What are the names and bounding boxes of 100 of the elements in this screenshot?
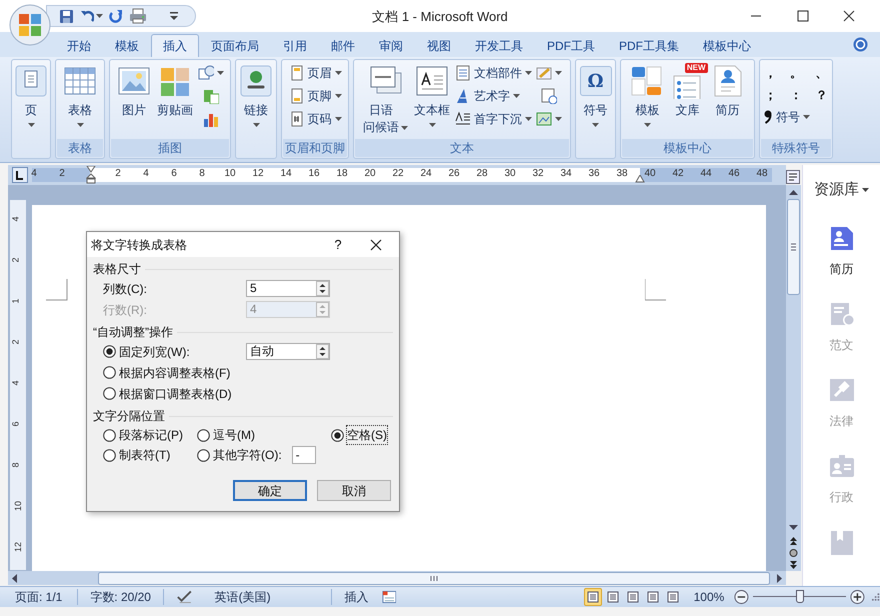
previous-page-icon[interactable] bbox=[787, 535, 800, 547]
redo-icon[interactable] bbox=[109, 9, 123, 23]
ribbon-tab[interactable]: 插入 bbox=[151, 34, 199, 57]
language[interactable]: 英语(美国) bbox=[204, 588, 331, 606]
ribbon-tab[interactable]: PDF工具 bbox=[535, 34, 607, 57]
ribbon-button[interactable]: 文库 bbox=[670, 73, 706, 119]
help-button[interactable]: ? bbox=[328, 234, 348, 254]
radio-button[interactable] bbox=[103, 448, 116, 462]
library-item[interactable]: 简历 bbox=[828, 226, 854, 278]
ribbon-tab[interactable]: 开始 bbox=[55, 34, 103, 57]
caret-icon bbox=[252, 123, 260, 127]
symbol-button[interactable]: ？ bbox=[814, 85, 829, 105]
ribbon-button[interactable]: 页 bbox=[13, 63, 49, 131]
spin-field[interactable]: 5 bbox=[246, 280, 330, 297]
ribbon-tab[interactable]: 模板中心 bbox=[691, 34, 763, 57]
macro-record-icon[interactable] bbox=[382, 590, 396, 604]
ribbon-button[interactable]: 链接 bbox=[238, 63, 274, 131]
radio-button[interactable] bbox=[103, 428, 116, 442]
spinner-arrows-icon bbox=[316, 281, 329, 296]
ribbon-tab[interactable]: 审阅 bbox=[367, 34, 415, 57]
ribbon-tab[interactable]: 开发工具 bbox=[463, 34, 535, 57]
save-icon[interactable] bbox=[59, 8, 74, 24]
indent-marker-icon[interactable] bbox=[635, 175, 645, 183]
ribbon-button[interactable]: 简历 bbox=[710, 63, 746, 119]
zoom-out-icon[interactable] bbox=[734, 589, 750, 605]
tab-selector-icon[interactable] bbox=[12, 167, 28, 183]
radio-button[interactable] bbox=[331, 428, 344, 442]
slider-thumb[interactable] bbox=[796, 590, 804, 603]
scroll-thumb[interactable] bbox=[787, 199, 800, 295]
ribbon-button[interactable]: Ω 符号 bbox=[578, 63, 612, 131]
close-icon[interactable] bbox=[843, 10, 855, 22]
dialog-button[interactable]: 取消 bbox=[317, 480, 391, 501]
ruler-number: 28 bbox=[476, 168, 488, 180]
library-dropdown[interactable]: 资源库 bbox=[814, 179, 869, 202]
zoom-in-icon[interactable] bbox=[850, 589, 865, 605]
word-count[interactable]: 字数: 20/20 bbox=[78, 588, 163, 606]
omega-icon: Ω bbox=[580, 66, 612, 96]
symbol-button[interactable]: 、 bbox=[814, 63, 829, 83]
ribbon-button[interactable]: 模板 bbox=[630, 63, 666, 131]
ribbon-tab[interactable]: 视图 bbox=[415, 34, 463, 57]
close-icon[interactable] bbox=[370, 238, 382, 250]
ribbon-button[interactable]: 图片 bbox=[116, 63, 152, 119]
indent-marker-icon[interactable] bbox=[86, 166, 96, 184]
symbol-button[interactable]: 。 bbox=[788, 63, 804, 83]
ruler-number: 20 bbox=[364, 168, 376, 180]
radio-button[interactable] bbox=[103, 366, 116, 379]
ribbon-button[interactable]: 首字下沉 bbox=[455, 109, 532, 128]
ribbon-button[interactable]: 文档部件 bbox=[455, 63, 532, 82]
ribbon-tab[interactable]: 页面布局 bbox=[199, 34, 271, 57]
ribbon-button[interactable]: 表格 bbox=[62, 63, 98, 131]
ribbon-button[interactable]: 符号 bbox=[763, 107, 810, 126]
maximize-icon[interactable] bbox=[797, 10, 809, 22]
ribbon-button[interactable]: 页码 bbox=[288, 109, 342, 128]
ribbon-button[interactable]: 页眉 bbox=[288, 63, 342, 82]
customize-toolbar-icon[interactable] bbox=[170, 12, 178, 20]
scroll-thumb[interactable] bbox=[98, 572, 770, 584]
insert-mode[interactable]: 插入 bbox=[332, 588, 382, 606]
ruler-number: 48 bbox=[756, 168, 768, 180]
ribbon-button[interactable]: 剪贴画 bbox=[156, 63, 194, 119]
ruler-number: 6 bbox=[10, 422, 20, 426]
ribbon-tab[interactable]: 模板 bbox=[103, 34, 151, 57]
spin-field[interactable]: 自动 bbox=[246, 343, 330, 360]
proofing-check-icon[interactable] bbox=[176, 590, 193, 604]
reading-layout-icon bbox=[606, 591, 619, 603]
ribbon-button[interactable]: 艺术字 bbox=[455, 86, 520, 105]
dialog-button[interactable]: 确定 bbox=[233, 480, 307, 501]
radio-button[interactable] bbox=[103, 387, 116, 400]
help-icon[interactable] bbox=[853, 37, 868, 52]
ribbon-button[interactable]: 文本框 bbox=[413, 63, 451, 131]
view-button[interactable] bbox=[584, 588, 602, 606]
ribbon-tab[interactable]: 引用 bbox=[271, 34, 319, 57]
input-field[interactable]: - bbox=[292, 446, 316, 464]
ribbon-button[interactable]: 页脚 bbox=[288, 86, 342, 105]
ruler-number: 6 bbox=[171, 168, 177, 180]
field-label: 列数(C): bbox=[103, 280, 148, 298]
zoom-level[interactable]: 100% bbox=[694, 588, 724, 606]
field-label: 行数(R): bbox=[103, 302, 148, 318]
symbol-button[interactable]: ； bbox=[763, 85, 778, 105]
symbol-button[interactable]: ， bbox=[763, 63, 778, 83]
radio-label: 空格(S) bbox=[347, 426, 387, 444]
ribbon-tab[interactable]: 邮件 bbox=[319, 34, 367, 57]
icon-button[interactable] bbox=[198, 63, 224, 82]
browse-object-icon[interactable] bbox=[787, 547, 800, 559]
printer-icon[interactable] bbox=[129, 8, 147, 24]
section-heading: “自动调整”操作 bbox=[93, 324, 173, 341]
radio-button[interactable] bbox=[197, 448, 210, 462]
crop-mark-icon bbox=[645, 279, 667, 301]
radio-button[interactable] bbox=[103, 345, 116, 358]
radio-button[interactable] bbox=[197, 428, 210, 442]
page-count[interactable]: 页面: 1/1 bbox=[0, 588, 78, 606]
signature-icon bbox=[536, 64, 552, 80]
ribbon-button[interactable]: 日语 问候语 bbox=[362, 63, 409, 136]
next-page-icon[interactable] bbox=[787, 559, 800, 571]
split-icon[interactable] bbox=[786, 170, 800, 184]
icon-button[interactable] bbox=[541, 86, 557, 105]
symbol-button[interactable]: ： bbox=[788, 85, 804, 105]
ribbon-tab[interactable]: PDF工具集 bbox=[607, 34, 691, 57]
zoom-slider[interactable] bbox=[753, 589, 846, 605]
caret-icon bbox=[401, 126, 408, 130]
undo-icon[interactable] bbox=[80, 9, 94, 23]
